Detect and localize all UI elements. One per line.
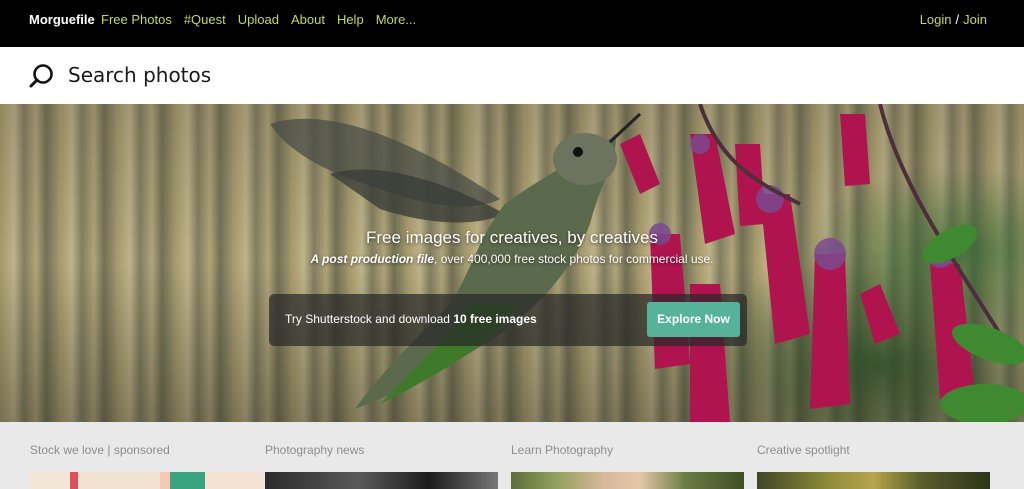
search-input[interactable] [68,59,668,91]
nav-link-help[interactable]: Help [337,12,364,27]
hero-subheadline-emphasis: A post production file [310,252,435,266]
learn-thumbnail[interactable] [511,472,744,489]
news-thumbnail[interactable] [265,472,498,489]
content-sections: Stock we love | sponsored Photography ne… [0,422,1024,489]
auth-links: Login / Join [920,12,987,27]
hero-headline: Free images for creatives, by creatives [366,228,658,247]
nav-link-quest[interactable]: #Quest [184,12,226,27]
section-title-stock[interactable]: Stock we love | sponsored [30,443,170,457]
section-title-learn[interactable]: Learn Photography [511,443,613,457]
hero-subheadline: A post production file, over 400,000 fre… [0,252,1024,266]
join-link[interactable]: Join [963,12,987,27]
shutterstock-promo: Try Shutterstock and download 10 free im… [269,294,747,346]
section-title-news[interactable]: Photography news [265,443,364,457]
hero-banner: Free images for creatives, by creatives … [0,104,1024,422]
explore-now-button[interactable]: Explore Now [647,302,740,337]
top-nav: Morguefile Free Photos #Quest Upload Abo… [0,0,1024,47]
auth-separator: / [955,12,960,27]
nav-link-about[interactable]: About [291,12,325,27]
nav-links: Free Photos #Quest Upload About Help Mor… [101,12,416,27]
search-bar [0,47,1024,104]
nav-link-free-photos[interactable]: Free Photos [101,12,172,27]
promo-text-prefix: Try Shutterstock and download [285,312,454,326]
search-icon[interactable] [28,62,56,90]
section-title-spotlight[interactable]: Creative spotlight [757,443,850,457]
stock-thumbnail[interactable] [30,472,263,489]
spotlight-thumbnail[interactable] [757,472,990,489]
nav-link-upload[interactable]: Upload [238,12,279,27]
nav-link-more[interactable]: More... [376,12,416,27]
promo-text: Try Shutterstock and download 10 free im… [285,312,537,326]
hero-subheadline-text: , over 400,000 free stock photos for com… [434,252,714,266]
login-link[interactable]: Login [920,12,952,27]
brand-logo-link[interactable]: Morguefile [29,12,95,27]
promo-text-bold: 10 free images [453,312,537,326]
